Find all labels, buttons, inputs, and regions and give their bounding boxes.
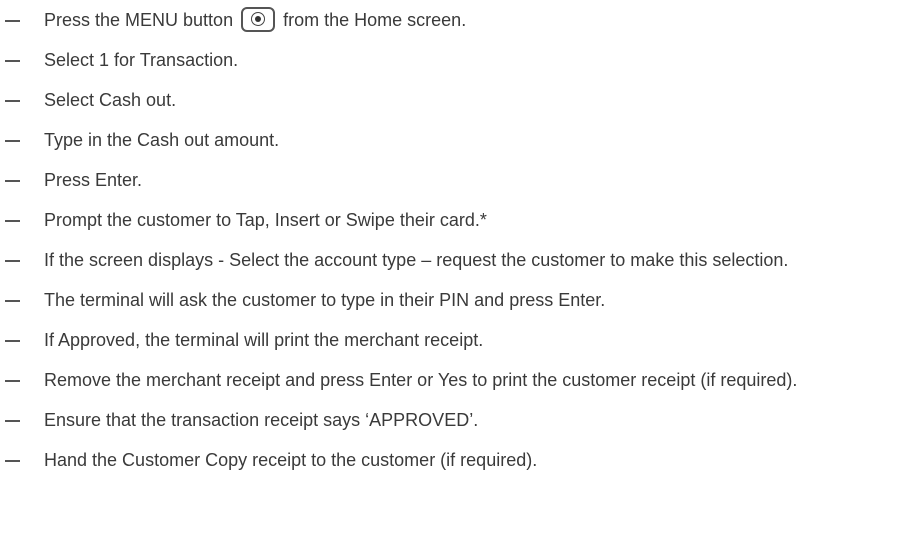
- step-ensure-approved: Ensure that the transaction receipt says…: [0, 405, 899, 435]
- dash-bullet: [5, 220, 20, 222]
- dash-bullet: [5, 60, 20, 62]
- dash-bullet: [5, 380, 20, 382]
- step-type-amount: Type in the Cash out amount.: [0, 125, 899, 155]
- step-text: Type in the Cash out amount.: [44, 130, 280, 150]
- step-print-merchant-receipt: If Approved, the terminal will print the…: [0, 325, 899, 355]
- step-text: Select 1 for Transaction.: [44, 50, 239, 70]
- step-select-cash-out: Select Cash out.: [0, 85, 899, 115]
- step-text: The terminal will ask the customer to ty…: [44, 290, 606, 310]
- dash-bullet: [5, 260, 20, 262]
- step-text: Hand the Customer Copy receipt to the cu…: [44, 450, 538, 470]
- step-select-transaction: Select 1 for Transaction.: [0, 45, 899, 75]
- menu-button-icon: [241, 6, 276, 32]
- step-text: Prompt the customer to Tap, Insert or Sw…: [44, 210, 487, 230]
- step-text: If Approved, the terminal will print the…: [44, 330, 484, 350]
- step-text: Remove the merchant receipt and press En…: [44, 370, 798, 390]
- step-text: Press the MENU button: [44, 10, 234, 30]
- dash-bullet: [5, 300, 20, 302]
- step-press-menu: Press the MENU button from the Home scre…: [0, 5, 899, 35]
- step-enter-pin: The terminal will ask the customer to ty…: [0, 285, 899, 315]
- step-text: Select Cash out.: [44, 90, 177, 110]
- dash-bullet: [5, 460, 20, 462]
- step-text: Press Enter.: [44, 170, 143, 190]
- dash-bullet: [5, 420, 20, 422]
- dash-bullet: [5, 140, 20, 142]
- instruction-list: Press the MENU button from the Home scre…: [0, 0, 899, 475]
- step-hand-customer-copy: Hand the Customer Copy receipt to the cu…: [0, 445, 899, 475]
- step-account-type: If the screen displays - Select the acco…: [0, 245, 899, 275]
- dash-bullet: [5, 340, 20, 342]
- dash-bullet: [5, 100, 20, 102]
- step-text: from the Home screen.: [283, 10, 467, 30]
- step-print-customer-receipt: Remove the merchant receipt and press En…: [0, 365, 899, 395]
- dash-bullet: [5, 20, 20, 22]
- step-text: Ensure that the transaction receipt says…: [44, 410, 479, 430]
- dash-bullet: [5, 180, 20, 182]
- step-text: If the screen displays - Select the acco…: [44, 250, 789, 270]
- step-press-enter: Press Enter.: [0, 165, 899, 195]
- step-prompt-card: Prompt the customer to Tap, Insert or Sw…: [0, 205, 899, 235]
